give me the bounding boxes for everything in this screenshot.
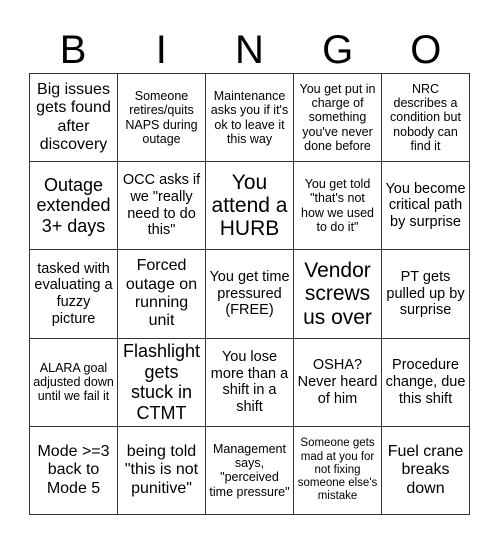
bingo-cell[interactable]: You become critical path by surprise xyxy=(382,162,470,251)
bingo-cell[interactable]: ALARA goal adjusted down until we fail i… xyxy=(30,338,118,427)
bingo-cell[interactable]: OSHA? Never heard of him xyxy=(294,338,382,427)
bingo-cell[interactable]: You get told "that's not how we used to … xyxy=(294,162,382,251)
bingo-cell[interactable]: Management says, "perceived time pressur… xyxy=(206,426,294,515)
header-letter-g: G xyxy=(322,28,354,72)
bingo-cell[interactable]: Big issues gets found after discovery xyxy=(30,74,118,163)
bingo-cell[interactable]: You attend a HURB xyxy=(206,162,294,251)
bingo-cell[interactable]: Flashlight gets stuck in CTMT xyxy=(118,338,206,427)
bingo-cell[interactable]: PT gets pulled up by surprise xyxy=(382,250,470,339)
bingo-cell[interactable]: Procedure change, due this shift xyxy=(382,338,470,427)
bingo-cell[interactable]: Fuel crane breaks down xyxy=(382,426,470,515)
bingo-grid: Big issues gets found after discovery So… xyxy=(29,73,470,515)
header-letter-b: B xyxy=(59,28,87,72)
header-letter-o: O xyxy=(410,28,442,72)
bingo-cell[interactable]: Someone retires/quits NAPS during outage xyxy=(118,74,206,163)
bingo-cell[interactable]: Someone gets mad at you for not fixing s… xyxy=(294,426,382,515)
bingo-cell[interactable]: tasked with evaluating a fuzzy picture xyxy=(30,250,118,339)
bingo-cell[interactable]: Forced outage on running unit xyxy=(118,250,206,339)
bingo-cell[interactable]: You get time pressured (FREE) xyxy=(206,250,294,339)
header-letter-i: I xyxy=(155,28,167,72)
bingo-cell[interactable]: Mode >=3 back to Mode 5 xyxy=(30,426,118,515)
bingo-cell[interactable]: You get put in charge of something you'v… xyxy=(294,74,382,163)
bingo-cell[interactable]: You lose more than a shift in a shift xyxy=(206,338,294,427)
bingo-header: B I N G O xyxy=(29,28,470,73)
header-letter-n: N xyxy=(235,28,264,72)
bingo-cell[interactable]: OCC asks if we "really need to do this" xyxy=(118,162,206,251)
bingo-cell[interactable]: Maintenance asks you if it's ok to leave… xyxy=(206,74,294,163)
bingo-cell[interactable]: being told "this is not punitive" xyxy=(118,426,206,515)
bingo-cell[interactable]: Outage extended 3+ days xyxy=(30,162,118,251)
bingo-cell[interactable]: NRC describes a condition but nobody can… xyxy=(382,74,470,163)
bingo-cell[interactable]: Vendor screws us over xyxy=(294,250,382,339)
